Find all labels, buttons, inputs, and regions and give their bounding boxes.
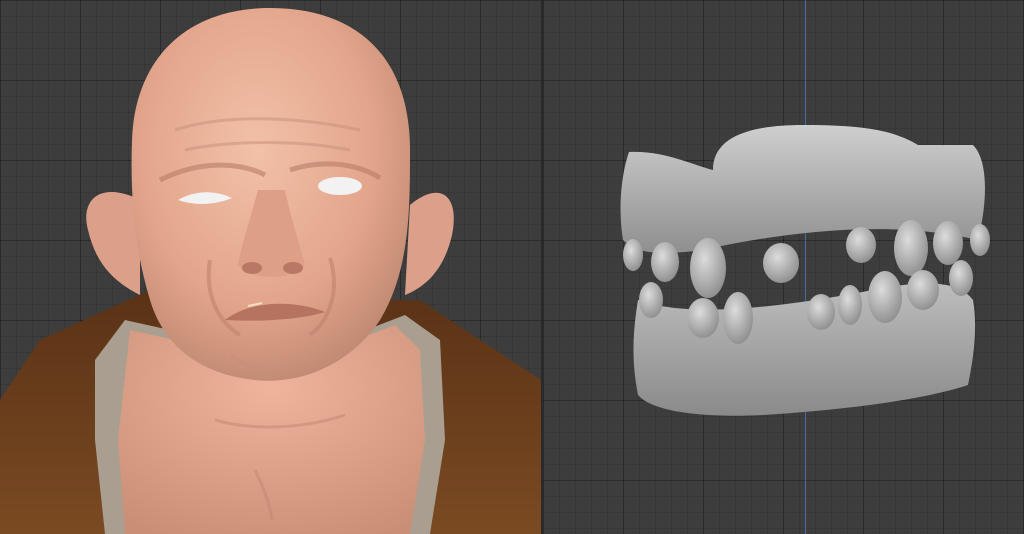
ear-left: [86, 191, 140, 295]
ear-right: [405, 192, 454, 295]
jaw-model: [620, 125, 990, 416]
viewport-right[interactable]: [543, 0, 1024, 534]
viewport-left[interactable]: [0, 0, 541, 534]
eye-right: [318, 177, 362, 195]
blender-window: [0, 0, 1024, 534]
upper-gum: [620, 125, 985, 253]
head-model: [0, 8, 541, 534]
